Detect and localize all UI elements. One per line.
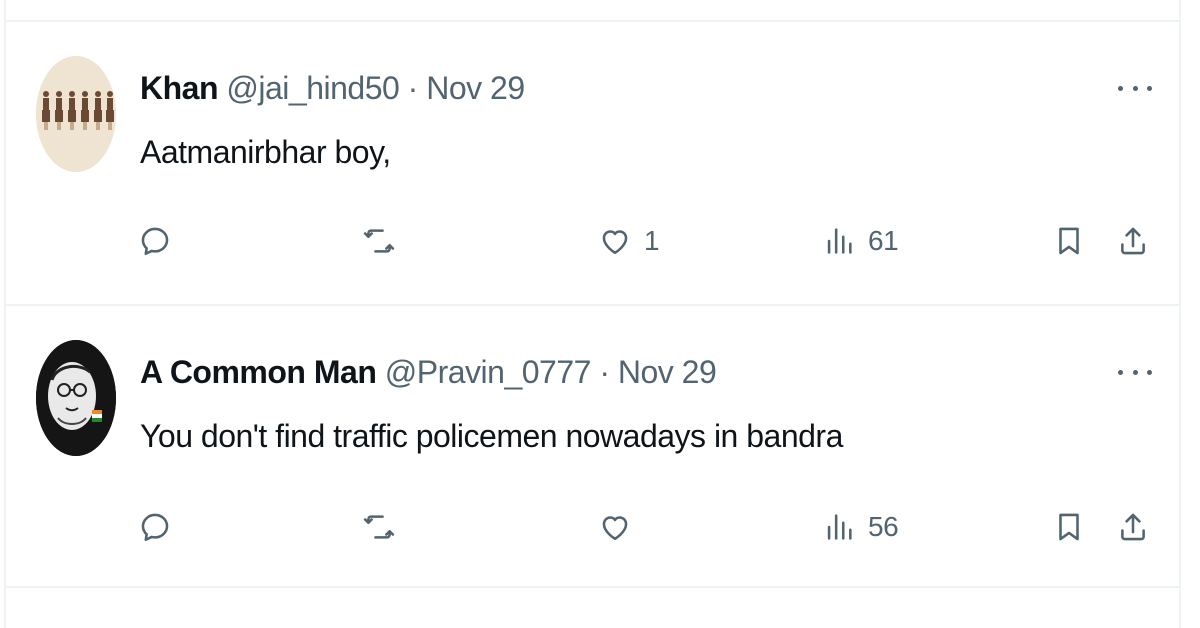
tweet-header: Khan @jai_hind50 · Nov 29 <box>140 68 525 108</box>
separator-dot: · <box>599 354 610 390</box>
reply-icon <box>141 513 169 542</box>
tweet-date[interactable]: Nov 29 <box>426 70 525 106</box>
tweet-text: You don't find traffic policemen nowaday… <box>140 418 843 454</box>
like-button[interactable]: 1 <box>598 216 660 266</box>
like-button[interactable] <box>598 502 644 552</box>
tweet-divider <box>5 586 1180 588</box>
bookmark-button[interactable] <box>1052 502 1086 552</box>
reply-button[interactable] <box>138 502 184 552</box>
view-count: 61 <box>868 225 899 256</box>
tweet-date[interactable]: Nov 29 <box>618 354 717 390</box>
separator-dot: · <box>407 70 419 106</box>
author-handle[interactable]: @Pravin_0777 <box>385 354 592 390</box>
views-chart-icon <box>827 228 852 254</box>
reply-icon <box>141 227 169 256</box>
more-dots-icon[interactable] <box>1118 362 1152 382</box>
tweet-card-common-man[interactable]: A Common Man @Pravin_0777 · Nov 29 You d… <box>6 306 1179 586</box>
avatar[interactable] <box>36 340 116 456</box>
retweet-button[interactable] <box>362 216 408 266</box>
avatar-sketch-portrait-image <box>36 340 116 456</box>
tweet-actions: 56 <box>6 502 1179 552</box>
heart-icon <box>602 516 628 541</box>
views-chart-icon <box>827 514 852 540</box>
view-count: 56 <box>868 511 899 542</box>
tweet-text: Aatmanirbhar boy, <box>140 134 391 170</box>
avatar[interactable] <box>36 56 116 172</box>
bookmark-button[interactable] <box>1052 216 1086 266</box>
retweet-icon <box>363 515 395 539</box>
retweet-icon <box>363 229 395 253</box>
author-name[interactable]: A Common Man <box>140 354 377 390</box>
share-icon <box>1121 513 1145 541</box>
tweet-header: A Common Man @Pravin_0777 · Nov 29 <box>140 352 717 392</box>
author-name[interactable]: Khan <box>140 70 219 106</box>
author-handle[interactable]: @jai_hind50 <box>226 70 399 106</box>
retweet-button[interactable] <box>362 502 408 552</box>
views-button[interactable]: 56 <box>822 502 899 552</box>
heart-icon <box>602 230 628 255</box>
timeline-right-border <box>1179 0 1181 628</box>
like-count: 1 <box>644 225 660 256</box>
share-icon <box>1121 227 1145 255</box>
views-button[interactable]: 61 <box>822 216 899 266</box>
more-dots-icon[interactable] <box>1118 78 1152 98</box>
bookmark-icon <box>1059 513 1079 541</box>
tweet-actions: 1 61 <box>6 216 1179 266</box>
avatar-sepia-figures-image <box>36 56 116 172</box>
bookmark-icon <box>1059 227 1079 255</box>
timeline-page: Khan @jai_hind50 · Nov 29 Aatmanirbhar b… <box>0 0 1200 628</box>
share-button[interactable] <box>1116 502 1150 552</box>
tweet-card-khan[interactable]: Khan @jai_hind50 · Nov 29 Aatmanirbhar b… <box>6 22 1179 304</box>
reply-button[interactable] <box>138 216 184 266</box>
share-button[interactable] <box>1116 216 1150 266</box>
